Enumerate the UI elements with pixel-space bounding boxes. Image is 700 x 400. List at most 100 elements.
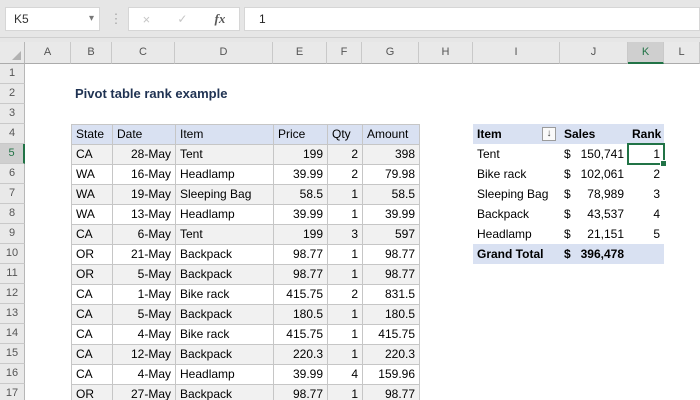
cell[interactable]: WA [72,165,113,185]
cell[interactable]: $396,478 [560,244,628,264]
cell[interactable]: 220.3 [363,345,420,365]
cell[interactable]: 199 [274,145,328,165]
cell[interactable]: Headlamp [176,205,274,225]
cell[interactable]: 180.5 [274,305,328,325]
cell[interactable]: Bike rack [473,164,560,184]
column-header-h[interactable]: H [419,42,473,64]
cell[interactable]: Sales [560,124,628,144]
row-header-14[interactable]: 14 [0,324,25,344]
column-header-f[interactable]: F [327,42,362,64]
cell[interactable]: 4 [628,204,664,224]
cell[interactable]: $150,741 [560,144,628,164]
fill-handle[interactable] [660,160,667,167]
cell[interactable]: 199 [274,225,328,245]
cell[interactable]: 1 [328,205,363,225]
cell[interactable]: 1 [328,325,363,345]
name-box[interactable]: K5 ▾ [5,7,100,31]
cell[interactable]: 180.5 [363,305,420,325]
column-header-c[interactable]: C [112,42,175,64]
cell[interactable]: 6-May [113,225,176,245]
cell[interactable]: Price [274,125,328,145]
cell[interactable]: 415.75 [274,325,328,345]
cell[interactable]: Sleeping Bag [176,185,274,205]
row-header-13[interactable]: 13 [0,304,25,324]
column-header-e[interactable]: E [273,42,327,64]
cell[interactable]: 1 [328,305,363,325]
cell[interactable]: Tent [473,144,560,164]
cell[interactable]: Tent [176,145,274,165]
cell[interactable]: State [72,125,113,145]
row-header-6[interactable]: 6 [0,164,25,184]
row-header-10[interactable]: 10 [0,244,25,264]
cell[interactable] [628,244,664,264]
cell[interactable]: 39.99 [363,205,420,225]
cell[interactable]: CA [72,225,113,245]
column-header-b[interactable]: B [71,42,112,64]
cell[interactable]: $78,989 [560,184,628,204]
column-header-j[interactable]: J [560,42,628,64]
column-header-g[interactable]: G [362,42,419,64]
row-header-17[interactable]: 17 [0,384,25,400]
cell[interactable]: 1 [328,345,363,365]
cell[interactable]: OR [72,265,113,285]
cell[interactable]: 5 [628,224,664,244]
cell[interactable]: 27-May [113,385,176,400]
cell[interactable]: 1 [328,265,363,285]
cell[interactable]: 415.75 [274,285,328,305]
cell[interactable]: Backpack [176,265,274,285]
sheet-title-cell[interactable]: Pivot table rank example [75,84,227,104]
cell[interactable]: 415.75 [363,325,420,345]
cell[interactable]: $21,151 [560,224,628,244]
column-header-i[interactable]: I [473,42,560,64]
cell[interactable]: OR [72,245,113,265]
cell[interactable]: Bike rack [176,285,274,305]
row-header-12[interactable]: 12 [0,284,25,304]
cell[interactable]: 98.77 [363,265,420,285]
cell[interactable]: 1 [328,245,363,265]
cell[interactable]: CA [72,145,113,165]
cell[interactable]: 98.77 [274,385,328,400]
cell[interactable]: 13-May [113,205,176,225]
cell[interactable]: Sleeping Bag [473,184,560,204]
cell[interactable]: OR [72,385,113,400]
cell[interactable]: CA [72,305,113,325]
cell[interactable]: Qty [328,125,363,145]
cell[interactable]: 831.5 [363,285,420,305]
cell[interactable]: 2 [328,165,363,185]
column-header-d[interactable]: D [175,42,273,64]
cell[interactable]: WA [72,185,113,205]
cell[interactable]: CA [72,325,113,345]
cell[interactable]: 39.99 [274,165,328,185]
cell[interactable]: Backpack [176,245,274,265]
cell[interactable]: 98.77 [363,385,420,400]
cell[interactable]: Backpack [176,345,274,365]
cancel-icon[interactable]: × [143,12,151,27]
cell[interactable]: Headlamp [176,365,274,385]
insert-function-icon[interactable]: fx [215,11,226,27]
cell[interactable]: Item [176,125,274,145]
cell[interactable]: 58.5 [363,185,420,205]
filter-sort-icon[interactable]: ↓ [542,127,556,141]
cell[interactable]: 98.77 [363,245,420,265]
cell[interactable]: 2 [328,145,363,165]
cell[interactable]: WA [72,205,113,225]
cell[interactable]: 220.3 [274,345,328,365]
cell[interactable]: 4 [328,365,363,385]
column-header-a[interactable]: A [25,42,71,64]
cell[interactable]: 12-May [113,345,176,365]
row-header-9[interactable]: 9 [0,224,25,244]
formula-input[interactable]: 1 [244,7,700,31]
row-header-5[interactable]: 5 [0,144,25,164]
cell[interactable]: CA [72,345,113,365]
commit-icon[interactable]: ✓ [177,12,187,26]
cell[interactable]: 4-May [113,325,176,345]
row-header-3[interactable]: 3 [0,104,25,124]
cell[interactable]: 1 [328,185,363,205]
row-header-7[interactable]: 7 [0,184,25,204]
cell[interactable]: 1-May [113,285,176,305]
cell[interactable]: 39.99 [274,205,328,225]
cell[interactable]: Backpack [473,204,560,224]
row-header-16[interactable]: 16 [0,364,25,384]
cell[interactable]: 2 [628,164,664,184]
cell[interactable]: 19-May [113,185,176,205]
